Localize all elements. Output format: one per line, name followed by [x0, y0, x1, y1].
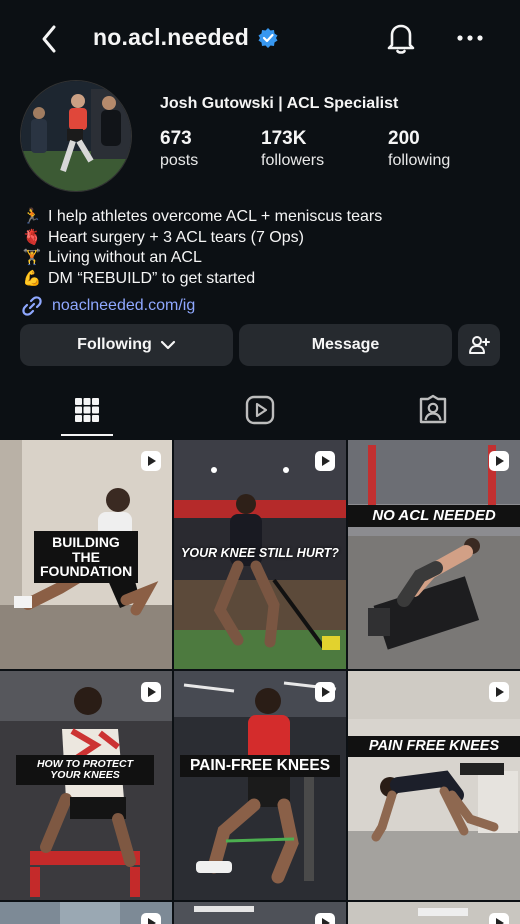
- link-icon: [22, 296, 42, 316]
- reel-icon: [489, 682, 509, 702]
- bio-line: 🫀 Heart surgery + 3 ACL tears (7 Ops): [22, 228, 382, 249]
- reel-icon: [141, 451, 161, 471]
- bio-link[interactable]: noaclneeded.com/ig: [20, 294, 195, 318]
- stat-posts-value: 673: [160, 128, 192, 149]
- active-tab-indicator: [61, 434, 113, 436]
- add-user-button[interactable]: [458, 324, 500, 366]
- post-tile[interactable]: PAIN FREE KNEES: [348, 671, 520, 900]
- post-thumbnail: [0, 671, 172, 900]
- post-tile[interactable]: YOUR KNEE STILL HURT?: [174, 440, 346, 669]
- stat-following-label: following: [388, 152, 451, 169]
- message-button-label: Message: [311, 336, 380, 353]
- profile-header: no.acl.needed: [0, 0, 520, 78]
- post-tile[interactable]: [0, 902, 172, 924]
- reel-icon: [315, 913, 335, 924]
- runner-emoji: 🏃: [22, 208, 42, 226]
- reel-icon: [141, 913, 161, 924]
- verified-badge-icon: [258, 27, 278, 48]
- post-caption: HOW TO PROTECT YOUR KNEES: [16, 755, 154, 786]
- post-tile[interactable]: [348, 902, 520, 924]
- reels-icon[interactable]: [244, 394, 276, 426]
- display-name: Josh Gutowski | ACL Specialist: [160, 95, 399, 112]
- following-button-label: Following: [77, 336, 152, 353]
- reel-icon: [315, 451, 335, 471]
- add-user-icon: [469, 336, 490, 354]
- reel-icon: [141, 682, 161, 702]
- post-caption: NO ACL NEEDED: [348, 505, 520, 527]
- post-tile[interactable]: PAIN-FREE KNEES: [174, 671, 346, 900]
- posts-grid: BUILDING THE FOUNDATION YOUR KNEE STILL …: [0, 440, 520, 924]
- bell-icon[interactable]: [384, 20, 418, 56]
- avatar[interactable]: [20, 80, 132, 192]
- post-caption: YOUR KNEE STILL HURT?: [181, 546, 339, 560]
- reel-icon: [489, 913, 509, 924]
- username-row: no.acl.needed: [93, 24, 279, 51]
- stat-posts[interactable]: 673 posts: [160, 128, 198, 170]
- post-caption: PAIN FREE KNEES: [348, 736, 520, 758]
- tagged-icon[interactable]: [417, 394, 449, 426]
- more-horizontal-icon[interactable]: [456, 34, 484, 42]
- muscle-emoji: 💪: [22, 269, 42, 287]
- following-button[interactable]: Following: [20, 324, 233, 366]
- post-tile[interactable]: HOW TO PROTECT YOUR KNEES: [0, 671, 172, 900]
- message-button[interactable]: Message: [239, 324, 452, 366]
- heart-emoji: 🫀: [22, 228, 42, 246]
- stat-posts-label: posts: [160, 152, 199, 169]
- reel-icon: [315, 682, 335, 702]
- post-thumbnail: [348, 671, 520, 900]
- profile-tabs: [0, 386, 520, 438]
- post-thumbnail: [174, 671, 346, 900]
- bio-text: DM “REBUILD” to get started: [48, 269, 256, 287]
- stat-following-value: 200: [388, 128, 420, 149]
- username: no.acl.needed: [93, 24, 249, 50]
- post-tile[interactable]: [174, 902, 346, 924]
- post-thumbnail: [348, 440, 520, 669]
- stat-followers-value: 173K: [261, 128, 307, 149]
- post-caption: PAIN-FREE KNEES: [180, 755, 340, 778]
- bio-text: Heart surgery + 3 ACL tears (7 Ops): [48, 228, 304, 246]
- reel-icon: [489, 451, 509, 471]
- chevron-down-icon: [160, 340, 175, 350]
- bio-text: I help athletes overcome ACL + meniscus …: [48, 208, 383, 225]
- post-tile[interactable]: BUILDING THE FOUNDATION: [0, 440, 172, 669]
- bio-link-text[interactable]: noaclneeded.com/ig: [52, 297, 195, 315]
- post-tile[interactable]: NO ACL NEEDED: [348, 440, 520, 669]
- avatar-photo: [21, 81, 131, 191]
- bio: 🏃 I help athletes overcome ACL + meniscu…: [22, 207, 383, 290]
- bio-text: Living without an ACL: [48, 249, 202, 266]
- bio-line: 🏋 Living without an ACL: [22, 248, 382, 269]
- weightlifter-emoji: 🏋: [22, 249, 42, 267]
- bio-line: 🏃 I help athletes overcome ACL + meniscu…: [22, 207, 383, 228]
- post-caption: BUILDING THE FOUNDATION: [34, 531, 138, 584]
- bio-line: 💪 DM “REBUILD” to get started: [22, 269, 382, 290]
- stat-followers-label: followers: [261, 152, 325, 169]
- stat-followers[interactable]: 173K followers: [261, 128, 324, 170]
- grid-icon[interactable]: [71, 394, 103, 426]
- chevron-left-icon[interactable]: [36, 22, 64, 56]
- stat-following[interactable]: 200 following: [388, 128, 450, 170]
